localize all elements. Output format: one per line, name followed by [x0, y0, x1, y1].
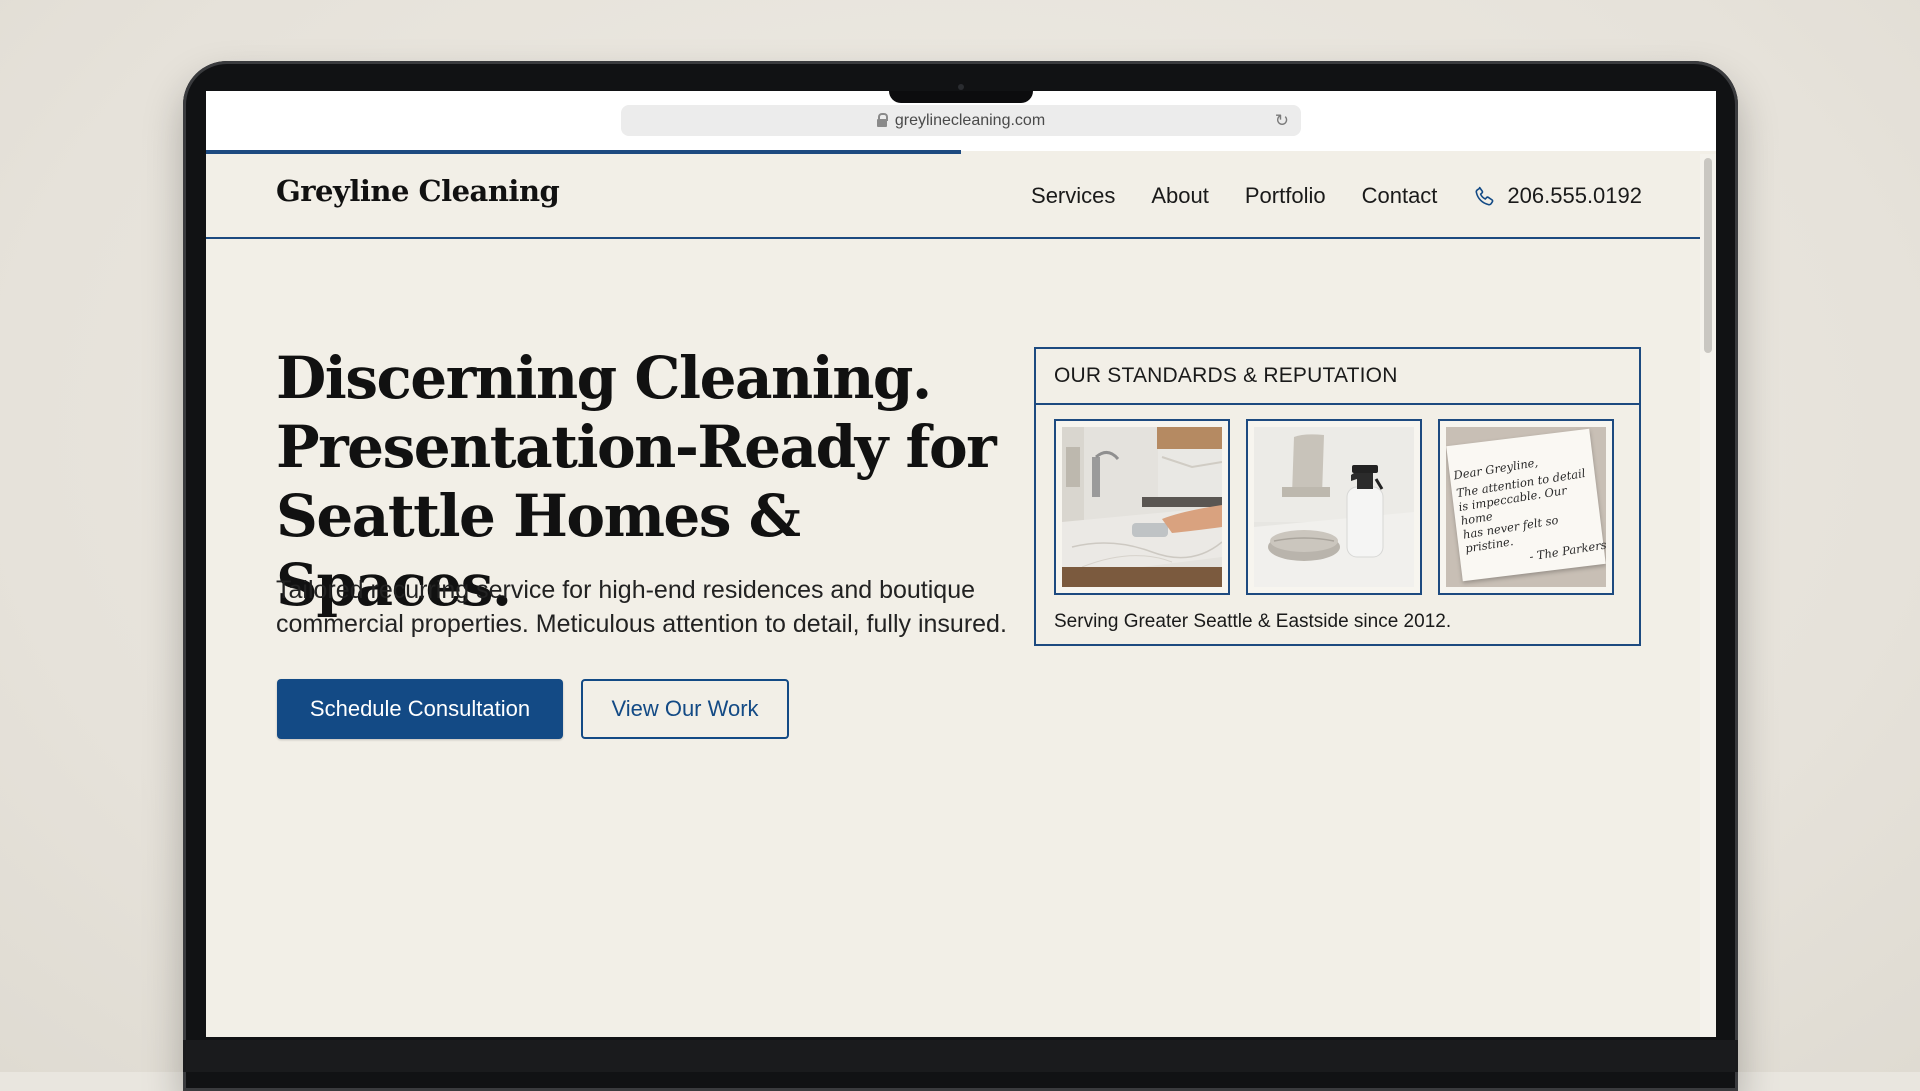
- schedule-consultation-button[interactable]: Schedule Consultation: [277, 679, 563, 739]
- hero-title-line: Presentation-Ready for: [276, 413, 997, 481]
- browser-window: greylinecleaning.com ↻ Greyline Cleaning…: [206, 91, 1716, 1037]
- laptop-bottom-bezel: [183, 1040, 1738, 1072]
- kitchen-photo[interactable]: [1054, 419, 1230, 595]
- spray-bottle-photo[interactable]: [1246, 419, 1422, 595]
- brand-logo[interactable]: Greyline Cleaning: [276, 174, 560, 208]
- phone-link[interactable]: 206.555.0192: [1473, 183, 1642, 209]
- hero-title-line: Discerning Cleaning.: [276, 344, 932, 412]
- camera-notch: [889, 91, 1033, 103]
- phone-number: 206.555.0192: [1507, 182, 1642, 208]
- camera-icon: [958, 84, 964, 90]
- view-our-work-button[interactable]: View Our Work: [581, 679, 789, 739]
- scrollbar[interactable]: [1700, 154, 1716, 1037]
- hero-subtitle-line: commercial properties. Meticulous attent…: [276, 610, 1007, 638]
- hero-subtitle-line: Tailored recurring service for high-end …: [276, 576, 976, 604]
- standards-caption: Serving Greater Seattle & Eastside since…: [1054, 611, 1452, 632]
- handwritten-note-text: Dear Greyline, The attention to detail i…: [1453, 447, 1606, 574]
- kitchen-counter-image: [1062, 427, 1222, 587]
- nav-about[interactable]: About: [1151, 183, 1209, 209]
- scrollbar-thumb[interactable]: [1704, 158, 1712, 353]
- address-bar[interactable]: greylinecleaning.com ↻: [621, 105, 1301, 136]
- hero-subtitle: Tailored recurring service for high-end …: [276, 573, 1036, 641]
- nav-services[interactable]: Services: [1031, 183, 1115, 209]
- phone-icon: [1473, 184, 1497, 208]
- spray-bottle-image: [1254, 427, 1414, 587]
- site-header: Greyline Cleaning Services About Portfol…: [206, 154, 1700, 239]
- lock-icon: [876, 112, 888, 127]
- nav-portfolio[interactable]: Portfolio: [1245, 183, 1326, 209]
- standards-heading: OUR STANDARDS & REPUTATION: [1036, 349, 1639, 405]
- testimonial-note-photo[interactable]: Dear Greyline, The attention to detail i…: [1438, 419, 1614, 595]
- nav-contact[interactable]: Contact: [1362, 183, 1438, 209]
- standards-panel: OUR STANDARDS & REPUTATION Dear Greyline…: [1034, 347, 1641, 646]
- main-nav: Services About Portfolio Contact 206.555…: [1031, 154, 1642, 237]
- url-text: greylinecleaning.com: [894, 111, 1046, 129]
- reload-icon[interactable]: ↻: [1275, 111, 1289, 131]
- photo-gallery: Dear Greyline, The attention to detail i…: [1054, 419, 1614, 595]
